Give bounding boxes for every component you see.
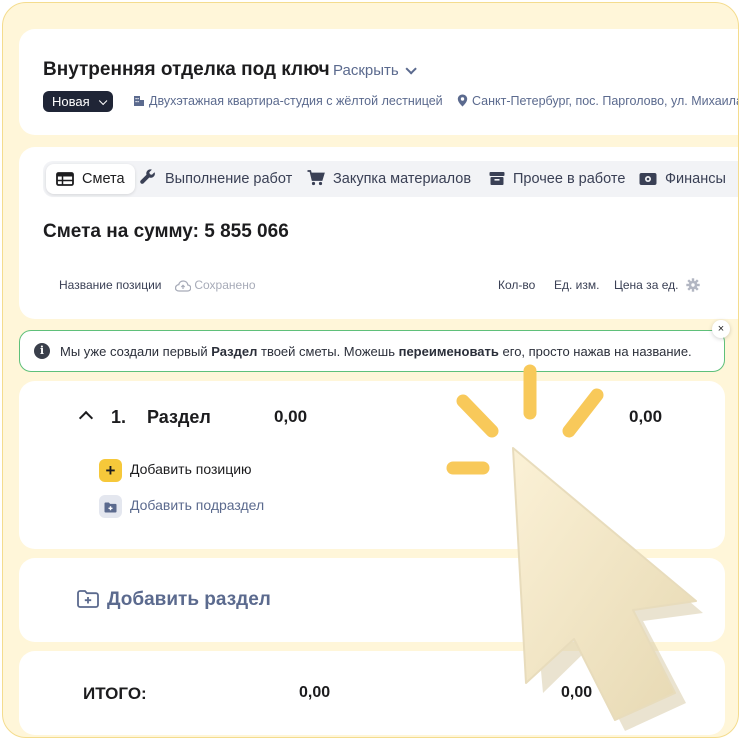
box-icon (489, 172, 505, 185)
tab-label: Прочее в работе (513, 171, 626, 187)
total-row: ИТОГО: 0,00 0,00 (19, 651, 725, 735)
column-header-qty: Кол-во (498, 278, 536, 292)
project-title[interactable]: Внутренняя отделка под ключ (43, 59, 330, 81)
folder-plus-icon (77, 590, 99, 608)
chevron-down-icon (405, 63, 417, 75)
add-section-panel: Добавить раздел (19, 558, 725, 642)
tab-label: Выполнение работ (165, 171, 293, 187)
expand-button[interactable]: Раскрыть (333, 62, 417, 79)
banner-text-part: твоей сметы. Можешь (257, 344, 399, 359)
saved-label: Сохранено (194, 278, 256, 292)
table-icon (56, 172, 74, 186)
info-icon: i (34, 343, 50, 359)
folder-icon (99, 495, 122, 518)
banner-text-part: его, просто нажав на название. (498, 344, 692, 359)
add-section-label: Добавить раздел (107, 589, 271, 610)
gear-icon[interactable] (686, 278, 700, 292)
tab-finance[interactable]: Финансы (639, 164, 726, 194)
price-label: Цена за ед. (614, 278, 679, 292)
building-icon (134, 96, 144, 106)
section-name[interactable]: Раздел (147, 407, 211, 428)
tab-bar: Смета Выполнение работ Закупка материало… (43, 161, 738, 197)
tab-label: Смета (82, 171, 125, 187)
total-value-secondary: 0,00 (561, 684, 593, 701)
chevron-down-icon (98, 96, 108, 106)
banner-text-part: Мы уже создали первый (60, 344, 212, 359)
section-row: 1. Раздел 0,00 0,00 + Добавить позицию До… (19, 381, 725, 549)
section-number: 1. (111, 407, 127, 427)
project-header: Внутренняя отделка под ключ Раскрыть Нов… (19, 29, 739, 135)
banner-close-button[interactable]: × (712, 320, 730, 338)
status-label: Новая (52, 94, 90, 109)
status-dropdown[interactable]: Новая (43, 91, 113, 112)
add-section-button[interactable]: Добавить раздел (77, 589, 271, 611)
cart-icon (307, 170, 325, 186)
column-header-unit: Ед. изм. (554, 278, 600, 292)
add-subsection-button[interactable]: Добавить подраздел (99, 495, 264, 518)
saved-status: Сохранено (174, 278, 256, 292)
total-label: ИТОГО: (83, 684, 147, 703)
tab-materials[interactable]: Закупка материалов (307, 164, 471, 194)
building-name: Двухэтажная квартира-студия с жёлтой лес… (149, 94, 443, 108)
tab-label: Финансы (665, 171, 726, 187)
section-value: 0,00 (274, 407, 308, 426)
add-position-label: Добавить позицию (130, 461, 252, 478)
chevron-up-icon[interactable] (78, 410, 94, 426)
location-address: Санкт-Петербург, пос. Парголово, ул. Мих… (472, 94, 739, 108)
tab-estimate[interactable]: Смета (46, 164, 135, 194)
tab-label: Закупка материалов (333, 171, 472, 187)
banner-text: Мы уже создали первый Раздел твоей сметы… (60, 344, 692, 359)
estimate-sum-title: Смета на сумму: 5 855 066 (43, 221, 289, 242)
add-subsection-label: Добавить подраздел (130, 497, 265, 514)
plus-icon: + (99, 459, 122, 482)
cloud-icon (174, 280, 192, 292)
column-header-price: Цена за ед. (614, 278, 700, 292)
expand-label: Раскрыть (333, 62, 399, 79)
money-icon (639, 173, 657, 185)
info-banner: i Мы уже создали первый Раздел твоей сме… (19, 330, 725, 372)
estimate-panel: Смета Выполнение работ Закупка материало… (19, 147, 738, 319)
banner-text-bold: Раздел (211, 344, 258, 359)
banner-text-bold: переименовать (398, 344, 499, 359)
app-frame: Внутренняя отделка под ключ Раскрыть Нов… (2, 2, 739, 738)
section-total-value: 0,00 (629, 407, 663, 426)
total-value: 0,00 (299, 684, 331, 701)
tab-work-progress[interactable]: Выполнение работ (139, 164, 292, 194)
building-link[interactable]: Двухэтажная квартира-студия с жёлтой лес… (133, 94, 443, 108)
location-pin-icon (457, 94, 468, 107)
location-link[interactable]: Санкт-Петербург, пос. Парголово, ул. Мих… (457, 94, 739, 108)
column-header-name: Название позиции (59, 278, 162, 292)
tab-other-work[interactable]: Прочее в работе (489, 164, 625, 194)
add-position-button[interactable]: + Добавить позицию (99, 459, 252, 482)
wrench-icon (140, 169, 155, 184)
